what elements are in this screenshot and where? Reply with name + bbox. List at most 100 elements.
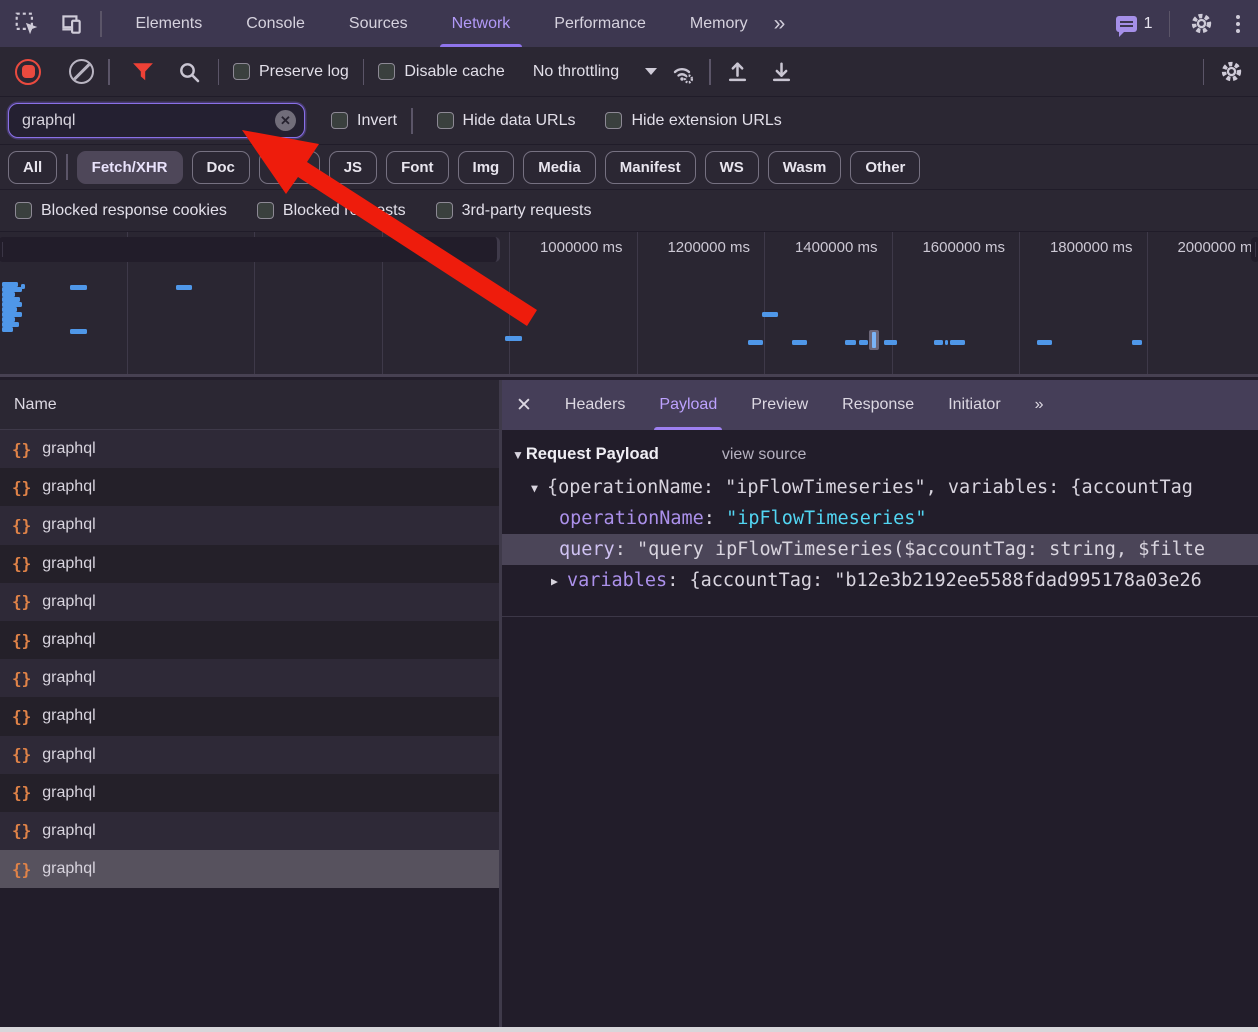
tab-sources[interactable]: Sources: [327, 0, 430, 47]
issues-count: 1: [1144, 15, 1153, 33]
tab-elements[interactable]: Elements: [114, 0, 225, 47]
record-button[interactable]: [15, 59, 41, 85]
preserve-log-checkbox[interactable]: [233, 63, 250, 80]
divider: [709, 59, 711, 85]
request-name: graphql: [42, 746, 95, 764]
network-request-row[interactable]: {}graphql: [0, 430, 499, 468]
request-name: graphql: [42, 631, 95, 649]
device-toolbar-icon[interactable]: [56, 9, 86, 39]
divider: [100, 11, 102, 37]
message-bubble-icon: [1116, 16, 1137, 32]
timeline-bar: [884, 340, 897, 345]
network-request-row[interactable]: {}graphql: [0, 583, 499, 621]
filter-chip-wasm[interactable]: Wasm: [768, 151, 842, 184]
filter-chip-ws[interactable]: WS: [705, 151, 759, 184]
tab-payload[interactable]: Payload: [642, 380, 734, 430]
request-rows: {}graphql{}graphql{}graphql{}graphql{}gr…: [0, 430, 499, 1027]
payload-summary-row[interactable]: ▼ {operationName: "ipFlowTimeseries", va…: [502, 472, 1258, 503]
timeline-bar: [1037, 340, 1052, 345]
issues-badge[interactable]: 1: [1116, 15, 1153, 33]
view-source-link[interactable]: view source: [722, 446, 806, 464]
network-request-row[interactable]: {}graphql: [0, 506, 499, 544]
overview-right-handle[interactable]: [1251, 237, 1258, 262]
inspect-element-icon[interactable]: [12, 9, 42, 39]
filter-chip-font[interactable]: Font: [386, 151, 448, 184]
tab-console[interactable]: Console: [224, 0, 327, 47]
network-request-row[interactable]: {}graphql: [0, 850, 499, 888]
clear-button[interactable]: [69, 59, 94, 84]
network-main: Name {}graphql{}graphql{}graphql{}graphq…: [0, 380, 1258, 1027]
tab-response[interactable]: Response: [825, 380, 931, 430]
filter-input-box: ✕: [8, 103, 305, 138]
filter-chip-doc[interactable]: Doc: [192, 151, 250, 184]
timeline-bar: [945, 340, 948, 345]
hide-extension-urls-checkbox[interactable]: [605, 112, 622, 129]
chevron-down-icon: [645, 68, 657, 75]
filter-toggle-icon[interactable]: [128, 57, 158, 87]
more-panels-icon[interactable]: »: [770, 0, 788, 47]
tab-preview[interactable]: Preview: [734, 380, 825, 430]
network-request-row[interactable]: {} graphql: [0, 774, 499, 812]
timeline-bar: [21, 284, 25, 289]
tab-memory[interactable]: Memory: [668, 0, 770, 47]
tab-network[interactable]: Network: [430, 0, 533, 47]
timeline-bar: [2, 327, 13, 332]
json-key: operationName: [559, 508, 704, 529]
divider: [363, 59, 365, 85]
hide-data-urls-checkbox[interactable]: [437, 112, 454, 129]
third-party-requests-checkbox[interactable]: [436, 202, 453, 219]
request-name: graphql: [42, 440, 95, 458]
divider: [66, 154, 68, 180]
network-request-row[interactable]: {}graphql: [0, 621, 499, 659]
network-settings-gear-icon[interactable]: [1216, 57, 1246, 87]
filter-chip-js[interactable]: JS: [329, 151, 377, 184]
filter-input[interactable]: [20, 111, 275, 131]
network-overview-timeline[interactable]: 200000 ms400000 ms600000 ms800000 ms1000…: [0, 232, 1258, 377]
filter-chip-manifest[interactable]: Manifest: [605, 151, 696, 184]
kebab-menu-icon[interactable]: [1232, 13, 1244, 35]
network-request-row[interactable]: {}graphql: [0, 545, 499, 583]
tab-headers[interactable]: Headers: [548, 380, 642, 430]
third-party-requests-label: 3rd-party requests: [462, 202, 592, 220]
network-request-row[interactable]: {}graphql: [0, 659, 499, 697]
blocked-response-cookies-checkbox[interactable]: [15, 202, 32, 219]
request-payload-title: Request Payload: [526, 445, 659, 464]
fetch-xhr-icon: {}: [12, 783, 31, 802]
tab-initiator[interactable]: Initiator: [931, 380, 1017, 430]
filter-chip-all[interactable]: All: [8, 151, 57, 184]
search-icon[interactable]: [174, 57, 204, 87]
export-har-icon[interactable]: [767, 57, 797, 87]
settings-gear-icon[interactable]: [1186, 9, 1216, 39]
invert-checkbox[interactable]: [331, 112, 348, 129]
network-request-row[interactable]: {}graphql: [0, 736, 499, 774]
network-toolbar: Preserve log Disable cache No throttling: [0, 47, 1258, 97]
devtools-window: Elements Console Sources Network Perform…: [0, 0, 1258, 377]
more-details-tabs-icon[interactable]: »: [1018, 380, 1059, 430]
clear-filter-icon[interactable]: ✕: [275, 110, 296, 131]
window-bottom-edge: [0, 1027, 1258, 1032]
close-icon[interactable]: ✕: [502, 394, 548, 417]
network-request-row[interactable]: {}graphql: [0, 697, 499, 735]
collapse-triangle-icon[interactable]: ▼: [512, 448, 524, 462]
filter-chip-other[interactable]: Other: [850, 151, 920, 184]
filter-chip-fetch-xhr[interactable]: Fetch/XHR: [77, 151, 183, 184]
overview-left-handle[interactable]: [0, 237, 500, 262]
tab-performance[interactable]: Performance: [532, 0, 668, 47]
query-row-selected[interactable]: query: "query ipFlowTimeseries($accountT…: [502, 534, 1258, 565]
variables-row[interactable]: ▶ variables: {accountTag: "b12e3b2192ee5…: [502, 565, 1258, 596]
network-request-row[interactable]: {}graphql: [0, 812, 499, 850]
filter-chip-css[interactable]: CSS: [259, 151, 320, 184]
name-column-header[interactable]: Name: [0, 380, 499, 430]
request-name: graphql: [42, 784, 95, 802]
network-conditions-icon[interactable]: [667, 57, 697, 87]
name-column-label: Name: [14, 396, 57, 414]
timeline-bar: [505, 336, 522, 341]
import-har-icon[interactable]: [723, 57, 753, 87]
operation-name-row[interactable]: operationName: "ipFlowTimeseries": [502, 503, 1258, 534]
filter-chip-media[interactable]: Media: [523, 151, 596, 184]
blocked-requests-checkbox[interactable]: [257, 202, 274, 219]
network-request-row[interactable]: {}graphql: [0, 468, 499, 506]
filter-chip-img[interactable]: Img: [458, 151, 515, 184]
disable-cache-checkbox[interactable]: [378, 63, 395, 80]
throttling-select[interactable]: No throttling: [533, 63, 657, 81]
